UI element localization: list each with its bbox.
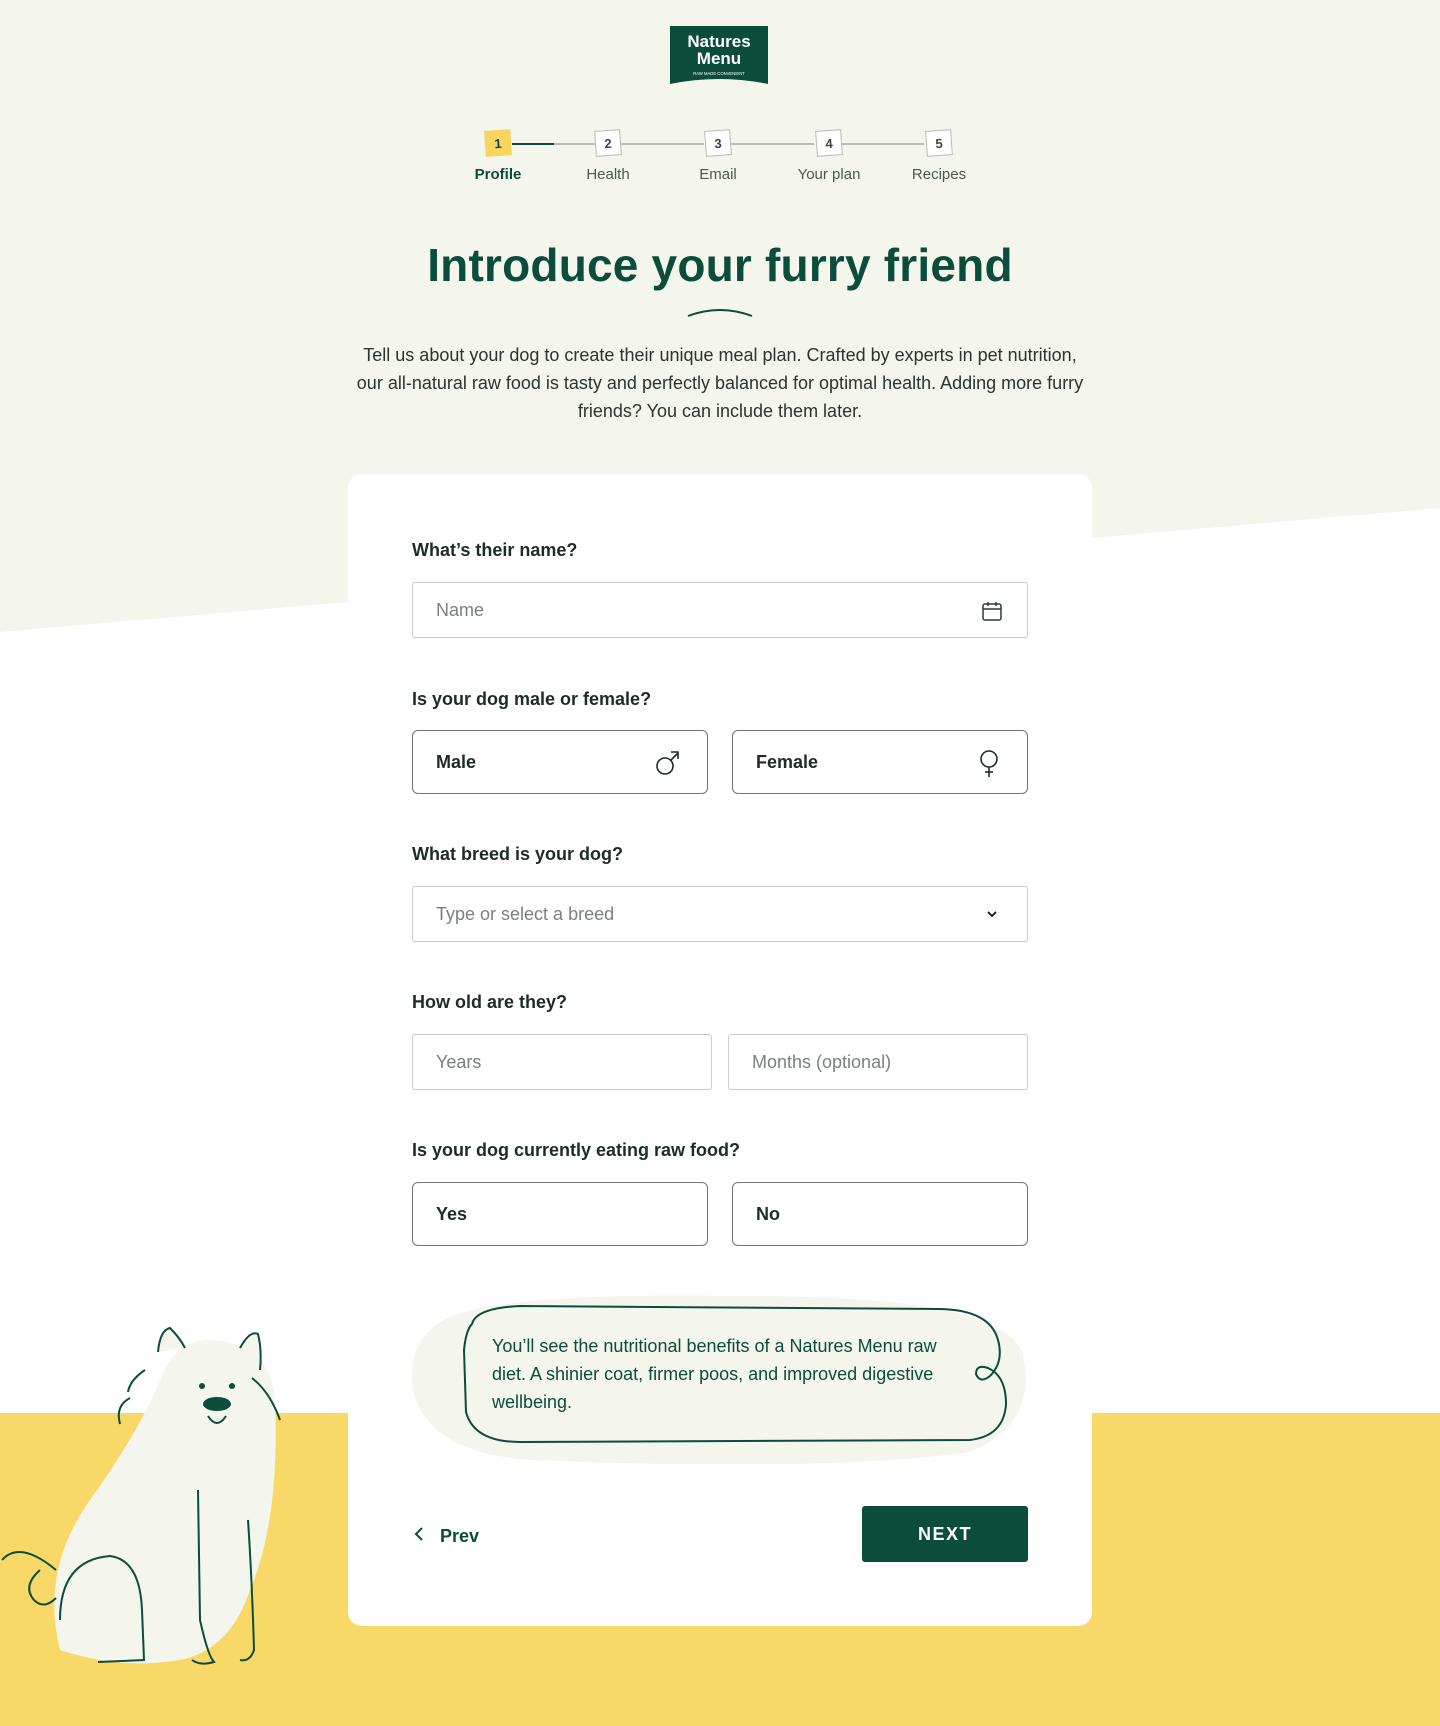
step-label: Health (586, 166, 630, 183)
name-input[interactable] (413, 583, 1027, 637)
breed-input[interactable] (413, 887, 1027, 941)
logo-line2: Menu (697, 49, 741, 68)
step-number: 4 (815, 129, 843, 157)
next-button[interactable]: NEXT (862, 1506, 1028, 1562)
chevron-left-icon (412, 1526, 426, 1547)
raw-food-yes-option[interactable]: Yes (412, 1182, 708, 1246)
step-number: 1 (484, 129, 512, 157)
logo-tagline: RAW MADE CONVENIENT (693, 71, 745, 76)
progress-stepper: 1 Profile 2 Health 3 Email 4 Your plan 5… (0, 128, 1440, 198)
no-option-label: No (756, 1204, 780, 1224)
step-label: Email (699, 166, 737, 183)
calendar-icon[interactable] (981, 600, 1003, 627)
name-field[interactable] (412, 582, 1028, 638)
title-underline-arc (687, 309, 753, 317)
breed-select[interactable] (412, 886, 1028, 942)
prev-label: Prev (440, 1525, 480, 1546)
male-option-label: Male (436, 752, 477, 772)
step-label: Profile (474, 166, 522, 183)
step-your-plan[interactable]: 4 Your plan (774, 128, 884, 183)
dog-illustration (1, 1326, 281, 1665)
breed-question: What breed is your dog? (412, 844, 624, 864)
step-label: Your plan (797, 166, 861, 183)
chevron-down-icon[interactable] (985, 907, 999, 926)
raw-food-question: Is your dog currently eating raw food? (412, 1140, 741, 1160)
page-title: Introduce your furry friend (427, 239, 1013, 291)
yes-option-label: Yes (436, 1204, 468, 1224)
step-recipes[interactable]: 5 Recipes (884, 128, 994, 183)
step-number: 3 (704, 129, 732, 157)
female-symbol-icon (977, 749, 1001, 784)
step-profile[interactable]: 1 Profile (443, 128, 553, 183)
male-symbol-icon (655, 749, 681, 782)
info-bubble-text: You’ll see the nutritional benefits of a… (492, 1336, 937, 1412)
step-label: Recipes (911, 166, 967, 183)
profile-form-card: What’s their name? Is your dog male or f… (348, 474, 1092, 1626)
intro-text: Tell us about your dog to create their u… (356, 345, 1084, 421)
prev-button[interactable]: Prev (412, 1508, 479, 1564)
step-number: 5 (925, 129, 953, 157)
raw-food-no-option[interactable]: No (732, 1182, 1028, 1246)
months-input[interactable] (729, 1035, 1027, 1089)
age-question: How old are they? (412, 992, 568, 1012)
step-email[interactable]: 3 Email (663, 128, 773, 183)
male-option[interactable]: Male (412, 730, 708, 794)
years-input[interactable] (413, 1035, 711, 1089)
step-health[interactable]: 2 Health (553, 128, 663, 183)
female-option-label: Female (756, 752, 819, 772)
years-field[interactable] (412, 1034, 712, 1090)
name-question: What’s their name? (412, 540, 578, 560)
brand-logo[interactable]: Natures Menu RAW MADE CONVENIENT (670, 26, 768, 86)
female-option[interactable]: Female (732, 730, 1028, 794)
months-field[interactable] (728, 1034, 1028, 1090)
step-number: 2 (594, 129, 622, 157)
sex-question: Is your dog male or female? (412, 689, 652, 709)
